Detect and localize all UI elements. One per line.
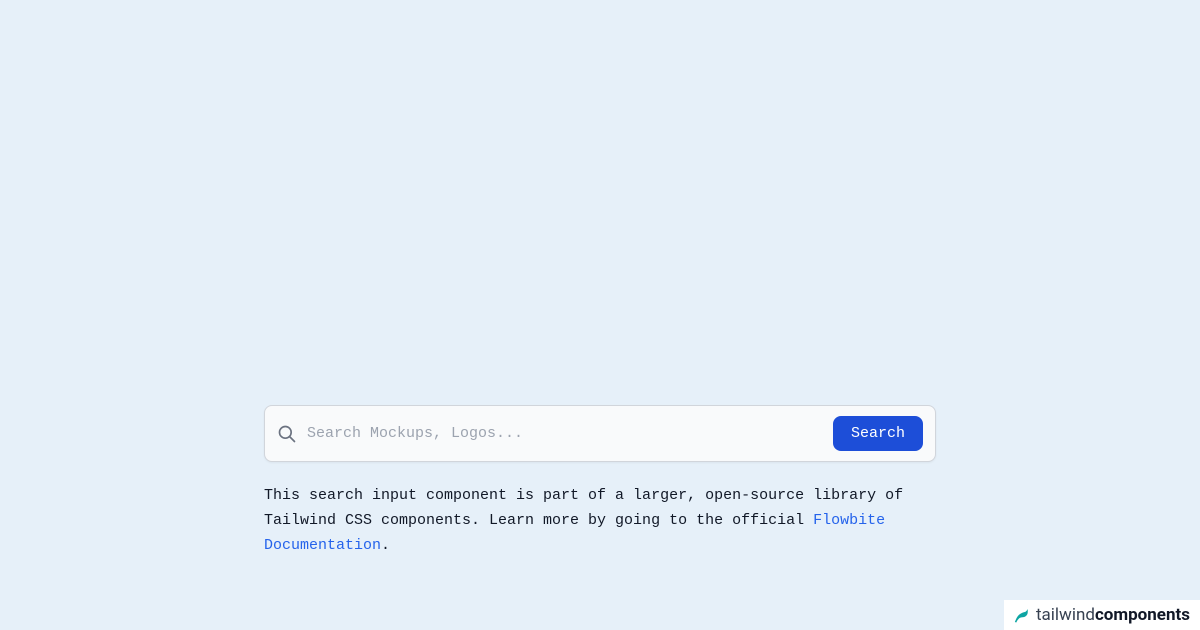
description-after: . [381, 537, 390, 554]
footer-brand[interactable]: tailwindcomponents [1004, 600, 1200, 630]
search-button[interactable]: Search [833, 416, 923, 451]
brand-text: tailwindcomponents [1036, 605, 1190, 625]
search-input[interactable] [307, 419, 825, 448]
brand-bold: components [1095, 605, 1190, 625]
brand-light: tailwind [1036, 605, 1095, 625]
search-form: Search [264, 405, 936, 462]
search-component-container: Search This search input component is pa… [264, 405, 936, 558]
description-text: This search input component is part of a… [264, 484, 936, 558]
description-before: This search input component is part of a… [264, 487, 903, 529]
search-icon [277, 424, 297, 444]
leaf-icon [1012, 606, 1030, 624]
